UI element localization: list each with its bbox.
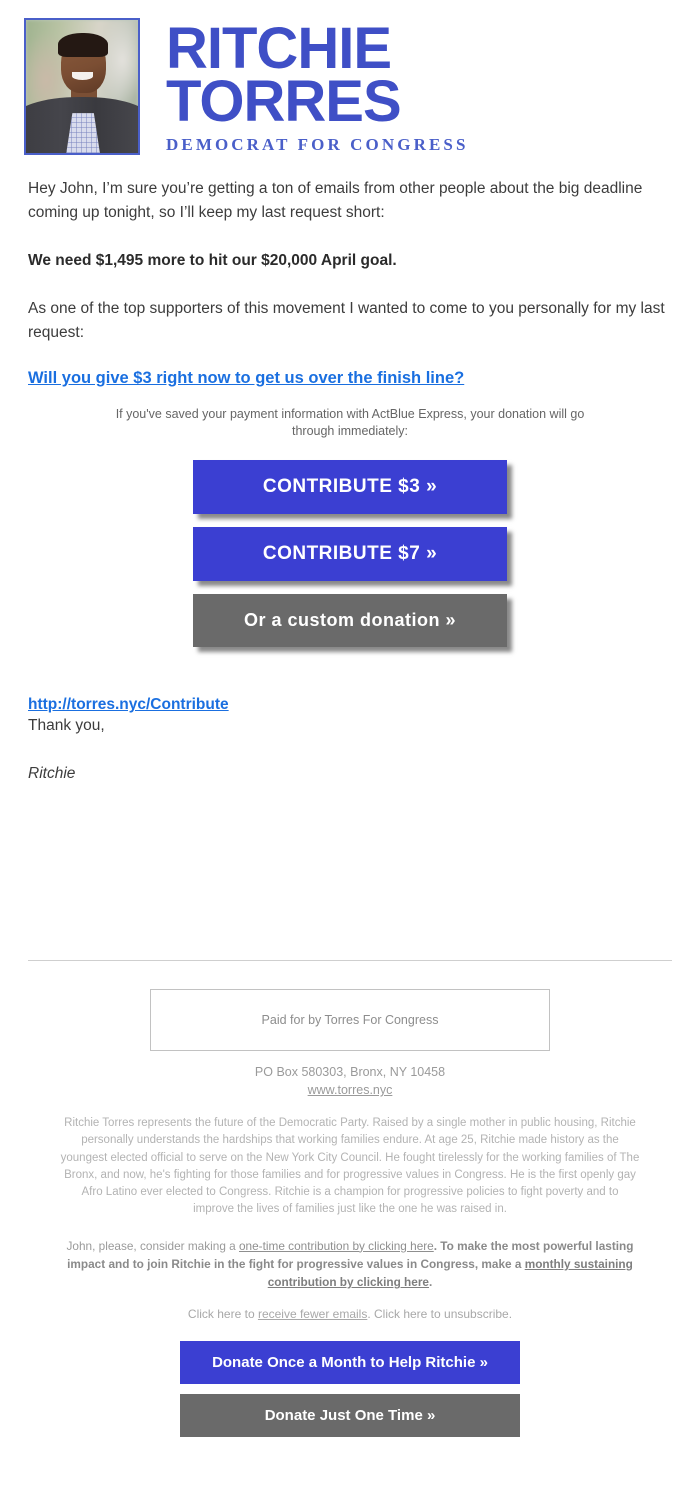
cta-lead-text: John, please, consider making a [66,1238,239,1253]
email-footer: Paid for by Torres For Congress PO Box 5… [0,961,700,1472]
paid-for-by-text: Paid for by Torres For Congress [261,1012,439,1027]
wordmark-last-name: TORRES [166,69,402,135]
footer-cta-paragraph: John, please, consider making a one-time… [55,1237,645,1292]
campaign-wordmark: RITCHIE TORRES DEMOCRAT FOR CONGRESS [166,18,469,155]
mailing-address-block: PO Box 580303, Bronx, NY 10458 www.torre… [28,1063,672,1099]
cta-end-text: . [428,1275,433,1290]
unsubscribe-paragraph: Click here to receive fewer emails. Clic… [28,1307,672,1321]
contribute-7-button[interactable]: CONTRIBUTE $7 » [193,526,507,581]
custom-donation-button[interactable]: Or a custom donation » [193,593,507,647]
email-header: RITCHIE TORRES DEMOCRAT FOR CONGRESS [0,0,700,177]
contribute-3-button[interactable]: CONTRIBUTE $3 » [193,459,507,514]
greeting-paragraph: Hey John, I’m sure you’re getting a ton … [28,180,643,222]
email-main-content: Hey John, I’m sure you’re getting a ton … [0,177,700,786]
main-ask-link[interactable]: Will you give $3 right now to get us ove… [28,369,464,388]
candidate-bio: Ritchie Torres represents the future of … [60,1117,640,1216]
email-body: RITCHIE TORRES DEMOCRAT FOR CONGRESS Hey… [0,0,700,1472]
one-time-contribution-link[interactable]: one-time contribution by clicking here [239,1239,434,1253]
photo-smile [71,71,94,80]
footer-button-stack: Donate Once a Month to Help Ritchie » Do… [28,1341,672,1438]
signature-text: Ritchie [28,764,76,782]
supporter-paragraph: As one of the top supporters of this mov… [28,300,665,342]
receive-fewer-emails-link[interactable]: receive fewer emails [258,1307,367,1321]
actblue-express-note: If you've saved your payment information… [115,407,585,438]
mailing-address: PO Box 580303, Bronx, NY 10458 [254,1064,446,1079]
goal-paragraph: We need $1,495 more to hit our $20,000 A… [28,252,397,270]
paid-for-by-box: Paid for by Torres For Congress [150,988,550,1051]
photo-hair [58,33,108,58]
donation-button-stack: CONTRIBUTE $3 » CONTRIBUTE $7 » Or a cus… [28,459,672,678]
unsub-tail-text: . Click here to unsubscribe. [367,1307,513,1322]
contribute-url-link[interactable]: http://torres.nyc/Contribute [28,696,229,714]
candidate-headshot-image [24,18,140,155]
thank-you-text: Thank you, [28,716,105,734]
donate-once-button[interactable]: Donate Just One Time » [180,1394,520,1438]
bottom-spacer [0,810,700,960]
wordmark-tagline: DEMOCRAT FOR CONGRESS [166,134,469,154]
wordmark-first-name: RITCHIE [166,16,392,81]
website-link[interactable]: www.torres.nyc [308,1083,393,1097]
unsub-lead-text: Click here to [187,1307,258,1322]
donate-monthly-button[interactable]: Donate Once a Month to Help Ritchie » [180,1341,520,1385]
